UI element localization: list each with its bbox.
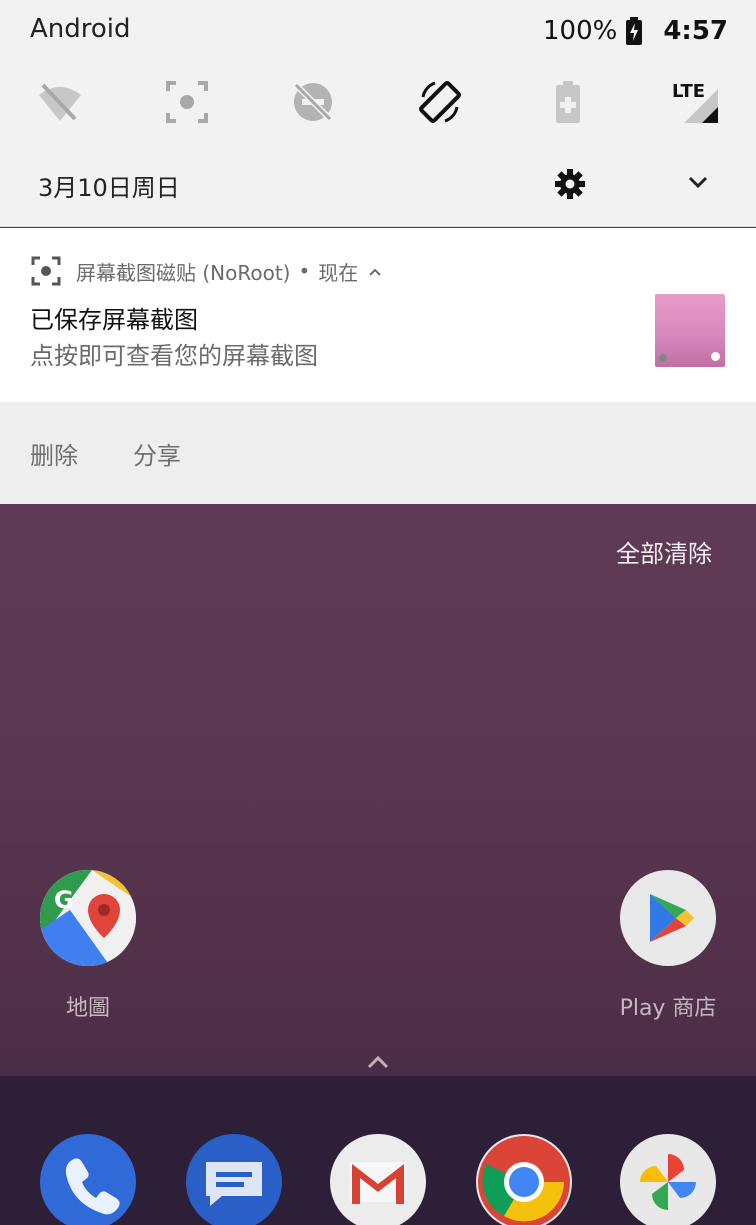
date-label[interactable]: 3月10日周日 bbox=[38, 168, 180, 203]
phone-icon[interactable] bbox=[40, 1134, 136, 1225]
carrier-label: Android bbox=[30, 14, 131, 44]
maps-icon: G bbox=[40, 870, 136, 966]
status-bar: Android 100% 4:57 bbox=[0, 0, 756, 62]
header-separator: • bbox=[298, 259, 311, 283]
clock: 4:57 bbox=[663, 16, 728, 46]
svg-text:LTE: LTE bbox=[672, 81, 705, 102]
clear-all-button[interactable]: 全部清除 bbox=[616, 534, 712, 569]
wifi-off-icon[interactable] bbox=[30, 72, 90, 132]
chevron-up-icon[interactable] bbox=[366, 262, 384, 280]
date-row: 3月10日周日 bbox=[0, 158, 756, 210]
share-button[interactable]: 分享 bbox=[133, 436, 181, 471]
messages-icon[interactable] bbox=[186, 1134, 282, 1225]
battery-charging-icon bbox=[625, 17, 643, 45]
quick-settings-panel: Android 100% 4:57 LTE 3月10日周日 bbox=[0, 0, 756, 227]
screenshot-icon[interactable] bbox=[157, 72, 217, 132]
do-not-disturb-icon[interactable] bbox=[283, 72, 343, 132]
notification-title: 已保存屏幕截图 bbox=[30, 306, 198, 334]
gmail-icon[interactable] bbox=[330, 1134, 426, 1225]
maps-app[interactable]: G 地圖 bbox=[28, 870, 148, 1022]
screenshot-thumbnail bbox=[655, 294, 725, 367]
chevron-down-icon[interactable] bbox=[682, 166, 714, 198]
screenshot-notification[interactable]: 屏幕截图磁贴 (NoRoot) • 现在 已保存屏幕截图 点按即可查看您的屏幕截… bbox=[0, 228, 756, 402]
maps-label: 地圖 bbox=[65, 996, 110, 1021]
photos-icon[interactable] bbox=[620, 1134, 716, 1225]
auto-rotate-icon[interactable] bbox=[410, 72, 470, 132]
notification-header: 屏幕截图磁贴 (NoRoot) • 现在 bbox=[30, 256, 384, 286]
notification-time: 现在 bbox=[318, 260, 359, 285]
cellular-lte-icon[interactable]: LTE bbox=[665, 72, 725, 132]
battery-percent: 100% bbox=[542, 16, 618, 46]
screenshot-app-icon bbox=[30, 255, 62, 287]
app-drawer-chevron-up-icon[interactable] bbox=[366, 1054, 390, 1070]
play-store-label: Play 商店 bbox=[619, 996, 717, 1021]
notification-app-name: 屏幕截图磁贴 (NoRoot) bbox=[76, 260, 291, 285]
notification-body: 点按即可查看您的屏幕截图 bbox=[30, 342, 318, 370]
play-store-icon bbox=[620, 870, 716, 966]
chrome-icon[interactable] bbox=[476, 1134, 572, 1225]
battery-saver-icon[interactable] bbox=[538, 72, 598, 132]
play-store-app[interactable]: Play 商店 bbox=[608, 870, 728, 1022]
home-screen: 全部清除 G 地圖 Play 商店 bbox=[0, 504, 756, 1225]
quick-settings-tiles: LTE bbox=[0, 72, 756, 132]
svg-text:G: G bbox=[54, 886, 74, 914]
status-indicators: 100% 4:57 bbox=[543, 14, 728, 48]
delete-button[interactable]: 删除 bbox=[30, 436, 78, 471]
settings-gear-icon[interactable] bbox=[552, 166, 588, 202]
notification-actions: 删除 分享 bbox=[0, 402, 756, 504]
